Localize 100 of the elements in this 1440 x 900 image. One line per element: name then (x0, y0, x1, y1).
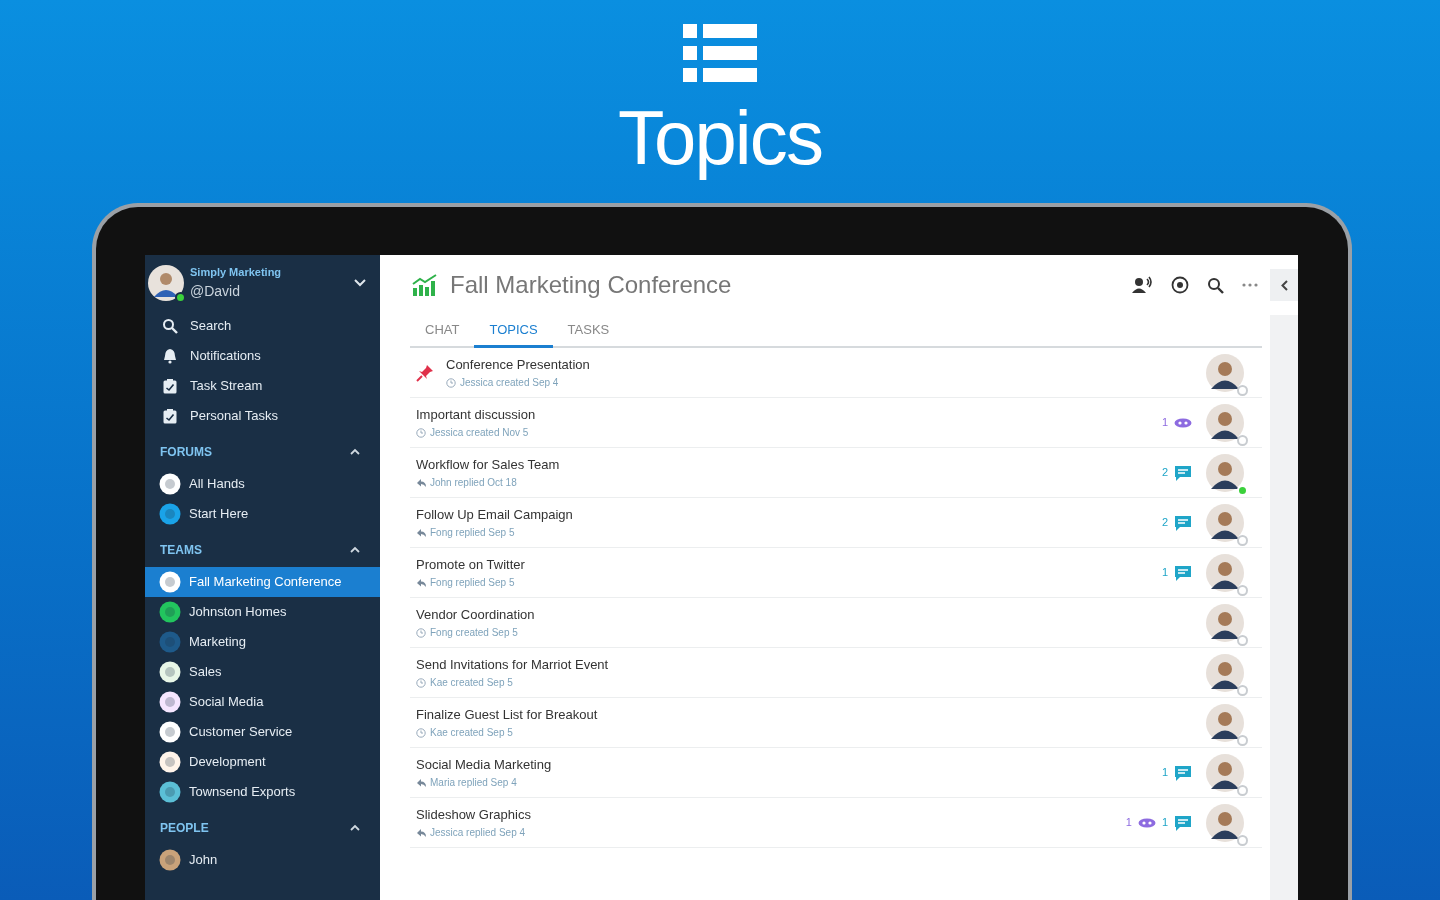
user-handle: @David (190, 281, 241, 301)
search-icon (162, 318, 178, 334)
avatar (1206, 403, 1244, 442)
user-voice-icon[interactable] (1131, 276, 1153, 294)
tab[interactable]: CHAT (410, 313, 475, 346)
topic-meta: Kae created Sep 5 (430, 676, 513, 690)
comment-icon (1174, 514, 1192, 531)
topic-row[interactable]: Slideshow Graphics Jessica replied Sep 4 1 1 (410, 798, 1262, 848)
more-icon[interactable] (1242, 283, 1258, 287)
topic-row[interactable]: Finalize Guest List for Breakout Kae created Sep 5 (410, 698, 1262, 748)
nav-item[interactable]: Search (145, 311, 380, 341)
sidebar-item[interactable]: All Hands (145, 469, 380, 499)
clipboard-check-icon (162, 408, 178, 424)
topic-title: Promote on Twitter (416, 556, 526, 574)
topic-title: Workflow for Sales Team (416, 456, 561, 474)
topic-title: Slideshow Graphics (416, 806, 532, 824)
avatar (1206, 703, 1244, 742)
topic-meta: John replied Oct 18 (430, 476, 517, 490)
reply-icon (416, 527, 426, 538)
team-title: Fall Marketing Conference (450, 270, 732, 300)
comment-icon (1174, 814, 1192, 831)
avatar (1206, 603, 1244, 642)
tab[interactable]: TOPICS (474, 315, 553, 348)
topic-row[interactable]: Workflow for Sales Team John replied Oct 18 2 (410, 448, 1262, 498)
avatar (1206, 553, 1244, 592)
chevron-down-icon[interactable] (354, 279, 366, 287)
topic-title: Social Media Marketing (416, 756, 553, 774)
comment-count: 2 (1161, 515, 1168, 531)
topic-title: Vendor Coordination (416, 606, 536, 624)
topic-title: Important discussion (416, 406, 537, 424)
avatar (1206, 353, 1244, 392)
topic-row[interactable]: Follow Up Email Campaign Fong replied Sep 5 2 (410, 498, 1262, 548)
avatar (1206, 753, 1244, 792)
topic-row[interactable]: Vendor Coordination Fong created Sep 5 (410, 598, 1262, 648)
topic-meta: Kae created Sep 5 (430, 726, 513, 740)
like-icon (1174, 417, 1192, 428)
reply-icon (416, 577, 426, 588)
comment-icon (1174, 564, 1192, 581)
target-icon[interactable] (1171, 276, 1189, 294)
sidebar-item[interactable]: Start Here (145, 499, 380, 529)
topic-row[interactable]: Conference Presentation Jessica created Sep 4 (410, 348, 1262, 398)
topic-title: Conference Presentation (446, 356, 591, 374)
topic-meta: Fong replied Sep 5 (430, 526, 515, 540)
like-icon (1137, 817, 1156, 828)
nav-item[interactable]: Notifications (145, 341, 380, 371)
avatar (148, 265, 184, 301)
comment-count: 1 (1161, 815, 1168, 831)
topic-meta: Jessica replied Sep 4 (430, 826, 526, 840)
topic-row[interactable]: Social Media Marketing Maria replied Sep 4 1 (410, 748, 1262, 798)
chart-icon (412, 274, 438, 296)
topic-row[interactable]: Promote on Twitter Fong replied Sep 5 1 (410, 548, 1262, 598)
section-heading: PEOPLE (160, 820, 209, 837)
comment-count: 1 (1161, 565, 1168, 581)
chevron-left-icon (1280, 279, 1288, 291)
topic-title: Follow Up Email Campaign (416, 506, 574, 524)
avatar (1206, 453, 1244, 492)
like-count: 1 (1125, 815, 1132, 831)
tab[interactable]: TASKS (552, 313, 625, 346)
sidebar-item[interactable]: Johnston Homes (145, 597, 380, 627)
topic-title: Send Invitations for Marriot Event (416, 656, 610, 674)
reply-icon (416, 777, 426, 788)
topic-row[interactable]: Send Invitations for Marriot Event Kae created Sep 5 (410, 648, 1262, 698)
sidebar-item[interactable]: Development (145, 747, 380, 777)
clock-icon (416, 677, 426, 688)
topic-title: Finalize Guest List for Breakout (416, 706, 599, 724)
avatar (1206, 653, 1244, 692)
comment-count: 1 (1161, 765, 1168, 781)
topic-row[interactable]: Important discussion Jessica created Nov 5 1 (410, 398, 1262, 448)
search-icon[interactable] (1207, 276, 1224, 294)
comment-icon (1174, 764, 1192, 781)
chevron-up-icon[interactable] (350, 448, 360, 456)
section-heading: FORUMS (160, 444, 212, 461)
sidebar-item[interactable]: Sales (145, 657, 380, 687)
chevron-up-icon[interactable] (350, 824, 360, 832)
chevron-up-icon[interactable] (350, 546, 360, 554)
clipboard-check-icon (162, 378, 178, 394)
comment-count: 2 (1161, 465, 1168, 481)
topic-meta: Jessica created Sep 4 (460, 376, 559, 390)
clock-icon (416, 427, 426, 438)
avatar (1206, 503, 1244, 542)
sidebar-item[interactable]: Townsend Exports (145, 777, 380, 807)
sidebar-item[interactable]: Customer Service (145, 717, 380, 747)
nav-item[interactable]: Task Stream (145, 371, 380, 401)
bell-icon (162, 348, 178, 364)
sidebar-item[interactable]: Social Media (145, 687, 380, 717)
sidebar-item[interactable]: Marketing (145, 627, 380, 657)
collapse-button[interactable] (1270, 269, 1298, 301)
topic-meta: Fong created Sep 5 (430, 626, 518, 640)
topic-meta: Maria replied Sep 4 (430, 776, 517, 790)
sidebar-item[interactable]: John (145, 845, 380, 875)
nav-item[interactable]: Personal Tasks (145, 401, 380, 431)
topic-meta: Jessica created Nov 5 (430, 426, 529, 440)
topic-meta: Fong replied Sep 5 (430, 576, 515, 590)
clock-icon (416, 627, 426, 638)
reply-icon (416, 827, 426, 838)
avatar (1206, 803, 1244, 842)
workspace-name: Simply Marketing (190, 265, 283, 281)
clock-icon (446, 377, 456, 388)
like-count: 1 (1161, 415, 1168, 431)
sidebar-item[interactable]: Fall Marketing Conference (145, 567, 380, 597)
